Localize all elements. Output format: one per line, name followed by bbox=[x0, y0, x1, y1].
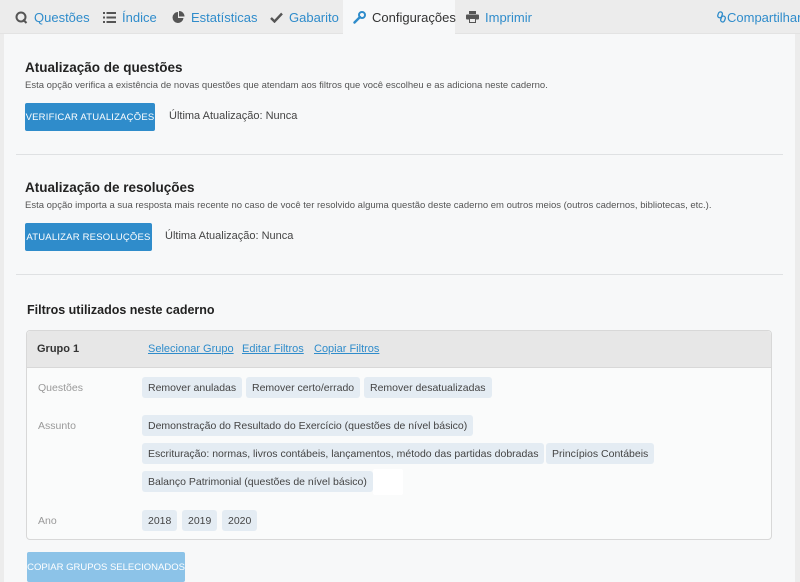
tab-estatisticas[interactable]: Estatísticas bbox=[171, 0, 257, 34]
edit-filters-link[interactable]: Editar Filtros bbox=[242, 343, 304, 355]
copy-selected-groups-button[interactable]: COPIAR GRUPOS SELECIONADOS bbox=[27, 552, 185, 582]
check-icon bbox=[269, 10, 283, 24]
filter-group: Grupo 1 Selecionar Grupo Editar Filtros … bbox=[26, 330, 772, 540]
filter-chip: 2019 bbox=[182, 510, 218, 531]
filter-chip: Escrituração: normas, livros contábeis, … bbox=[142, 443, 545, 464]
row-label-questoes: Questões bbox=[38, 382, 83, 394]
divider bbox=[16, 274, 783, 275]
tab-imprimir[interactable]: Imprimir bbox=[465, 0, 532, 34]
resolutions-description: Esta opção importa a sua resposta mais r… bbox=[25, 200, 712, 211]
verify-updates-button[interactable]: VERIFICAR ATUALIZAÇÕES bbox=[25, 103, 155, 131]
tab-label: Configurações bbox=[372, 9, 456, 25]
filter-chip: Balanço Patrimonial (questões de nível b… bbox=[142, 471, 373, 492]
link-icon bbox=[716, 10, 726, 24]
printer-icon bbox=[465, 10, 479, 24]
update-resolutions-button[interactable]: ATUALIZAR RESOLUÇÕES bbox=[25, 223, 152, 251]
tab-label: Estatísticas bbox=[191, 9, 258, 25]
row-label-assunto: Assunto bbox=[38, 420, 76, 432]
row-label-ano: Ano bbox=[38, 515, 57, 527]
filter-chip: 2020 bbox=[222, 510, 258, 531]
resolutions-title: Atualização de resoluções bbox=[25, 180, 195, 195]
tab-configuracoes[interactable]: Configurações bbox=[343, 0, 456, 34]
divider bbox=[16, 154, 783, 155]
blank-chip bbox=[373, 469, 403, 495]
tab-label: Imprimir bbox=[485, 9, 532, 25]
tab-questoes[interactable]: Questões bbox=[14, 0, 90, 34]
filter-chip: 2018 bbox=[142, 510, 178, 531]
wrench-icon bbox=[353, 10, 366, 24]
tab-indice[interactable]: Índice bbox=[102, 0, 157, 34]
updates-last-update: Última Atualização: Nunca bbox=[169, 110, 298, 122]
updates-title: Atualização de questões bbox=[25, 60, 183, 75]
tab-gabarito[interactable]: Gabarito bbox=[269, 0, 339, 34]
copy-filters-link[interactable]: Copiar Filtros bbox=[314, 343, 379, 355]
select-group-link[interactable]: Selecionar Grupo bbox=[148, 343, 234, 355]
resolutions-last-update: Última Atualização: Nunca bbox=[165, 230, 294, 242]
tab-label: Questões bbox=[34, 9, 90, 25]
q-icon bbox=[14, 10, 28, 24]
filter-chip: Remover anuladas bbox=[142, 377, 243, 398]
share-label: Compartilhar bbox=[727, 9, 800, 25]
filter-chip: Remover desatualizadas bbox=[364, 377, 492, 398]
pie-chart-icon bbox=[171, 10, 185, 24]
group-header: Grupo 1 Selecionar Grupo Editar Filtros … bbox=[27, 331, 771, 368]
filter-chip: Remover certo/errado bbox=[246, 377, 361, 398]
tab-label: Índice bbox=[122, 9, 157, 25]
tab-bar: Questões Índice Estatísticas Gabarito Co… bbox=[0, 0, 800, 34]
updates-description: Esta opção verifica a existência de nova… bbox=[25, 80, 548, 91]
share-link[interactable]: Compartilhar bbox=[716, 0, 800, 34]
filter-chip: Princípios Contábeis bbox=[546, 443, 655, 464]
list-icon bbox=[102, 10, 116, 24]
filters-title: Filtros utilizados neste caderno bbox=[27, 303, 215, 317]
group-name: Grupo 1 bbox=[37, 343, 80, 355]
settings-panel: Atualização de questões Esta opção verif… bbox=[4, 34, 795, 582]
filter-chip: Demonstração do Resultado do Exercício (… bbox=[142, 415, 474, 436]
tab-label: Gabarito bbox=[289, 9, 339, 25]
